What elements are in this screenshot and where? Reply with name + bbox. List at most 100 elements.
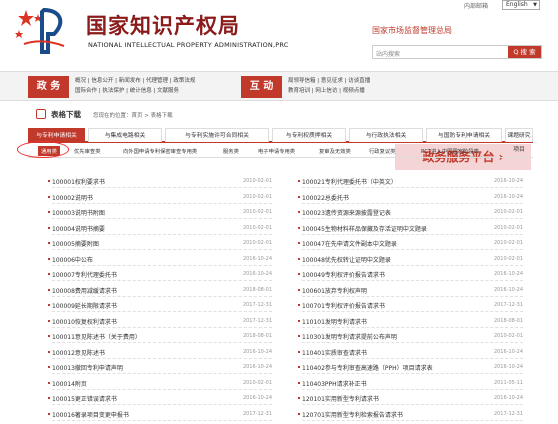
form-name[interactable]: 100012意见陈述书 <box>52 348 105 357</box>
form-name[interactable]: 100045生物材料样品保藏及存活证明中文题录 <box>302 224 427 233</box>
subtab-category[interactable]: 服务类 <box>223 147 239 155</box>
form-name[interactable]: 100701专利权评价报告请求书 <box>302 301 385 310</box>
nav-links-government[interactable]: 概况 | 信息公开 | 新闻发布 | 代理管理 | 政策法规 国际合作 | 执法… <box>75 76 195 96</box>
form-name[interactable]: 100008费用减缓请求书 <box>52 286 117 295</box>
form-name[interactable]: 100021专利代理委托书（中英文） <box>302 177 397 186</box>
form-name[interactable]: 100005摘要附图 <box>52 239 99 248</box>
nav-links-row1[interactable]: 概况 | 信息公开 | 新闻发布 | 代理管理 | 政策法规 <box>75 76 195 86</box>
subtab-category[interactable]: PCT进入中国国家阶段类 <box>421 147 479 155</box>
form-name[interactable]: 100002说明书 <box>52 193 93 202</box>
list-item[interactable]: 110403PPH请求补正书 2011-05-11 <box>298 378 523 390</box>
form-name[interactable]: 100011意见陈述书（关于费用） <box>52 332 141 341</box>
breadcrumb-path[interactable]: 您现在的位置：首页 > 表格下载 <box>93 111 173 119</box>
list-item[interactable]: 100001权利要求书 2010-02-01 <box>48 176 272 188</box>
nav-tag-government[interactable]: 政 务 <box>28 76 69 98</box>
list-item[interactable]: 120701实用新型专利检索报告请求书 2017-12-31 <box>298 409 523 421</box>
list-item[interactable]: 100021专利代理委托书（中英文） 2016-10-24 <box>298 176 523 188</box>
subtab-category[interactable]: 优先审查类 <box>74 147 101 155</box>
list-item[interactable]: 100011意见陈述书（关于费用） 2018-08-01 <box>48 331 272 343</box>
form-name[interactable]: 100007专利代理委托书 <box>52 270 117 279</box>
internal-mail-link[interactable]: 内部邮箱 <box>464 1 488 10</box>
tab-category[interactable]: 与专利实施许可合同相关 <box>165 128 269 142</box>
nav-links2-row2[interactable]: 教育培训 | 网上信访 | 视频点播 <box>288 86 370 96</box>
list-item[interactable]: 110101发明专利请求书 2018-08-01 <box>298 316 523 328</box>
form-name[interactable]: 100010恢复权利请求书 <box>52 317 117 326</box>
form-name[interactable]: 110301发明专利请求提前公布声明 <box>302 332 397 341</box>
list-item[interactable]: 100012意见陈述书 2016-10-24 <box>48 347 272 359</box>
list-item[interactable]: 100701专利权评价报告请求书 2017-12-31 <box>298 300 523 312</box>
row-divider <box>302 218 523 219</box>
nav-tag-interaction[interactable]: 互 动 <box>241 76 282 98</box>
subtab-category[interactable]: 向外国申请专利保密审查专用类 <box>123 147 197 155</box>
subtab-category[interactable]: 复审及无效类 <box>319 147 351 155</box>
list-item[interactable]: 100045生物材料样品保藏及存活证明中文题录 2010-02-01 <box>298 223 523 235</box>
form-name[interactable]: 100047在先申请文件副本中文题录 <box>302 239 397 248</box>
list-item[interactable]: 110402参与专利审查高速路（PPH）项目请求表 2016-10-24 <box>298 362 523 374</box>
search-button[interactable]: Q 搜 索 <box>508 46 541 58</box>
list-item[interactable]: 100008费用减缓请求书 2018-08-01 <box>48 285 272 297</box>
form-name[interactable]: 100009延长期限请求书 <box>52 301 117 310</box>
tab-category[interactable]: 与专利申请相关 <box>28 128 85 142</box>
list-item[interactable]: 100601放弃专利权声明 2016-10-24 <box>298 285 523 297</box>
form-name[interactable]: 100022总委托书 <box>302 193 349 202</box>
list-item[interactable]: 100010恢复权利请求书 2017-12-31 <box>48 316 272 328</box>
row-divider <box>302 202 523 204</box>
list-item[interactable]: 100009延长期限请求书 2017-12-31 <box>48 300 272 312</box>
form-name[interactable]: 100003说明书附图 <box>52 208 105 217</box>
form-date: 2016-10-24 <box>242 364 272 370</box>
form-name[interactable]: 100001权利要求书 <box>52 177 105 186</box>
subtab-category[interactable]: 电子申请专用类 <box>258 147 295 155</box>
tab-category[interactable]: 与集成电路相关 <box>88 128 162 142</box>
list-item[interactable]: 100005摘要附图 2010-02-01 <box>48 238 272 250</box>
list-item[interactable]: 100013撤回专利申请声明 2016-10-24 <box>48 362 272 374</box>
nav-links-interaction[interactable]: 局领导信箱 | 意见征求 | 访谈直播 教育培训 | 网上信访 | 视频点播 <box>288 76 370 96</box>
list-item[interactable]: 100048优先权转让证明中文题录 2010-02-01 <box>298 254 523 266</box>
form-name[interactable]: 110101发明专利请求书 <box>302 317 367 326</box>
form-name[interactable]: 110403PPH请求补正书 <box>302 379 367 388</box>
form-name[interactable]: 100014附页 <box>52 379 87 388</box>
nav-links2-row1[interactable]: 局领导信箱 | 意见征求 | 访谈直播 <box>288 76 370 86</box>
search-input[interactable]: 站内搜索 <box>376 49 400 58</box>
nav-links-row2[interactable]: 国际合作 | 执法保护 | 统计信息 | 文献服务 <box>75 86 195 96</box>
list-item[interactable]: 110301发明专利请求提前公布声明 2010-02-01 <box>298 331 523 343</box>
form-name[interactable]: 100049专利权评价报告请求书 <box>302 270 385 279</box>
list-item[interactable]: 100014附页 2010-02-01 <box>48 378 272 390</box>
search-box[interactable]: 站内搜索 Q 搜 索 <box>372 45 542 59</box>
form-name[interactable]: 100016著录项目变更申报书 <box>52 410 129 419</box>
form-name[interactable]: 100048优先权转让证明中文题录 <box>302 255 391 264</box>
list-item[interactable]: 100002说明书 2010-02-01 <box>48 192 272 204</box>
list-item[interactable]: 100022总委托书 2016-10-24 <box>298 192 523 204</box>
list-item[interactable]: 100003说明书附图 2010-02-01 <box>48 207 272 219</box>
subtab-category[interactable]: 行政复议类 <box>369 147 396 155</box>
form-name[interactable]: 100013撤回专利申请声明 <box>52 363 123 372</box>
form-name[interactable]: 110402参与专利审查高速路（PPH）项目请求表 <box>302 363 433 372</box>
form-name[interactable]: 120701实用新型专利检索报告请求书 <box>302 410 403 419</box>
list-item[interactable]: 100023遗传资源来源披露登记表 2010-02-01 <box>298 207 523 219</box>
form-name[interactable]: 110401实质审查请求书 <box>302 348 367 357</box>
list-item[interactable]: 120101实用新型专利请求书 2016-10-24 <box>298 393 523 405</box>
list-item[interactable]: 100049专利权评价报告请求书 2016-10-24 <box>298 269 523 281</box>
tab-category[interactable]: 与国防专利申请相关 <box>426 128 502 142</box>
form-name[interactable]: 100015更正错误请求书 <box>52 394 117 403</box>
list-item[interactable]: 100007专利代理委托书 2016-10-24 <box>48 269 272 281</box>
tab-category[interactable]: 课题研究项目 <box>505 128 533 153</box>
list-item[interactable]: 100006中公布 2016-10-24 <box>48 254 272 266</box>
bullet-icon <box>298 211 300 213</box>
tab-category[interactable]: 与专利权质押相关 <box>272 128 346 142</box>
form-date: 2016-10-24 <box>493 364 523 370</box>
list-item[interactable]: 100015更正错误请求书 2016-10-24 <box>48 393 272 405</box>
language-select[interactable]: English ▼ <box>502 0 540 10</box>
tab-category[interactable]: 与行政执法相关 <box>349 128 423 142</box>
form-name[interactable]: 100006中公布 <box>52 255 93 264</box>
list-item[interactable]: 110401实质审查请求书 2016-10-24 <box>298 347 523 359</box>
form-name[interactable]: 100004说明书摘要 <box>52 224 105 233</box>
list-item[interactable]: 100004说明书摘要 2010-02-01 <box>48 223 272 235</box>
samr-link[interactable]: 国家市场监督管理总局 <box>372 25 452 36</box>
list-item[interactable]: 100016著录项目变更申报书 2017-12-31 <box>48 409 272 421</box>
form-name[interactable]: 100601放弃专利权声明 <box>302 286 367 295</box>
form-name[interactable]: 120101实用新型专利请求书 <box>302 394 379 403</box>
form-name[interactable]: 100023遗传资源来源披露登记表 <box>302 208 391 217</box>
row-divider <box>52 218 272 219</box>
list-item[interactable]: 100047在先申请文件副本中文题录 2010-02-01 <box>298 238 523 250</box>
bullet-icon <box>298 257 300 260</box>
